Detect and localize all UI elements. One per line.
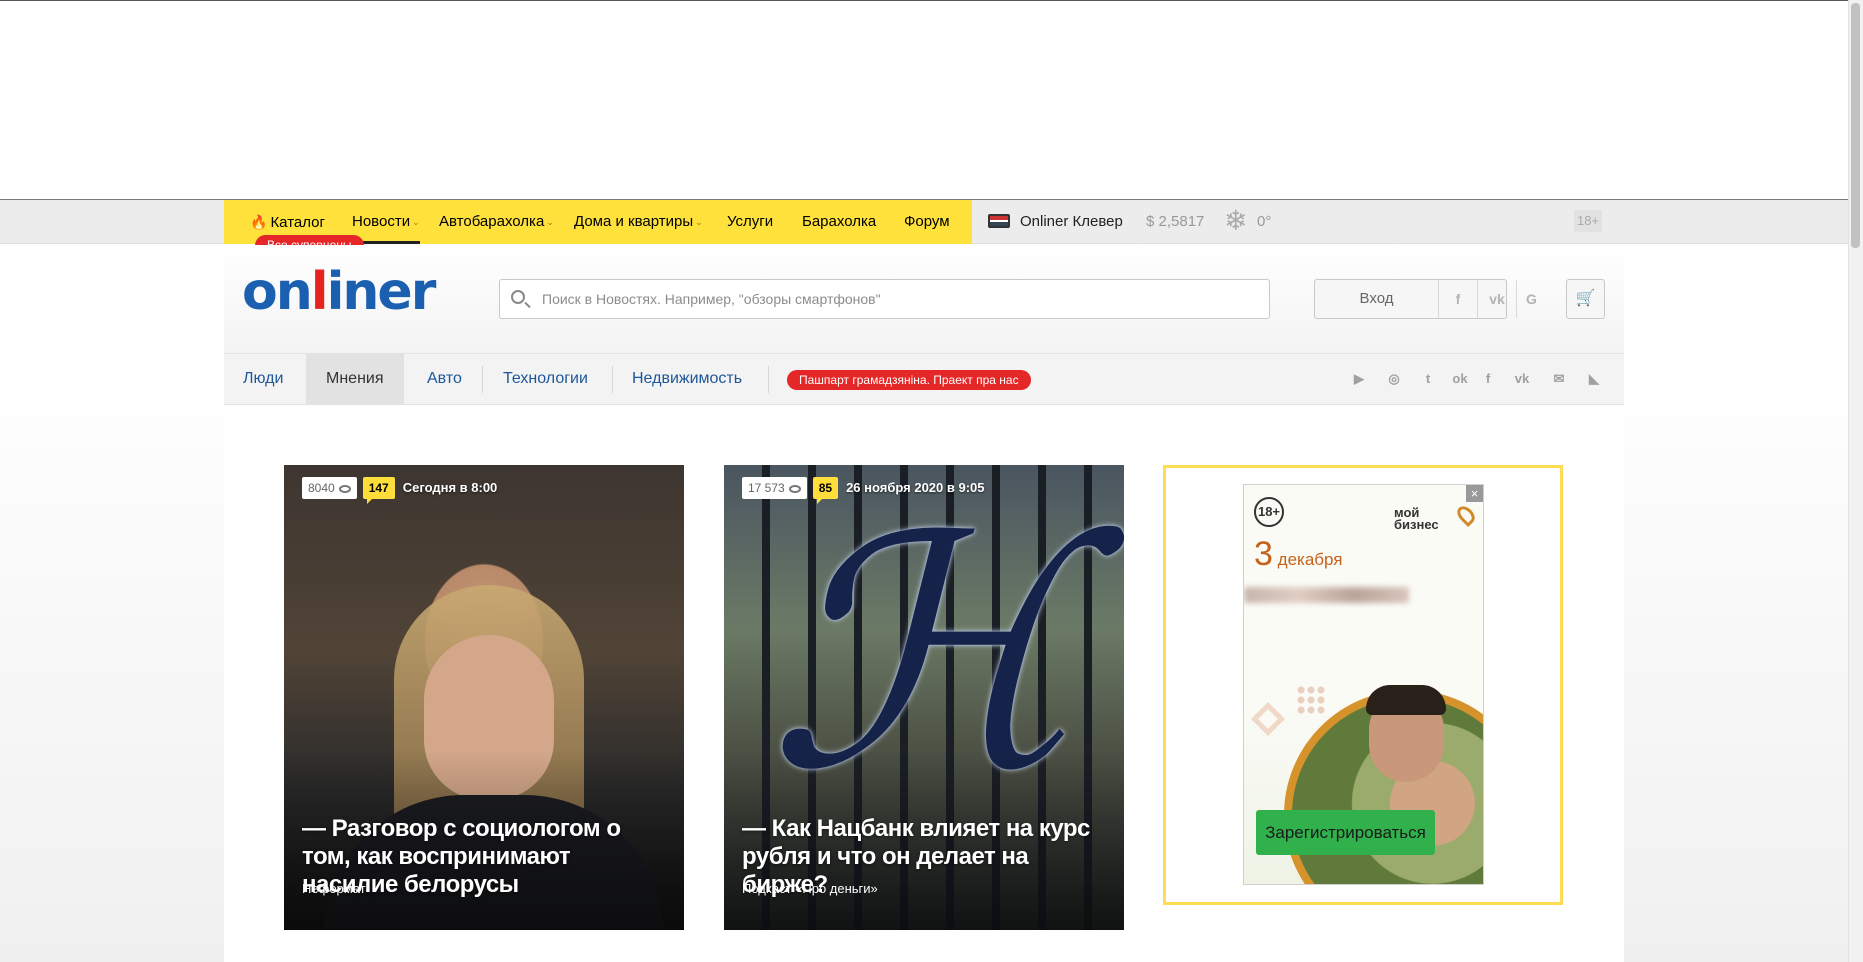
section-people[interactable]: Люди	[224, 353, 302, 405]
views-count: 8040	[308, 481, 335, 495]
search-box[interactable]	[499, 279, 1270, 319]
card-date: 26 ноября 2020 в 9:05	[846, 480, 985, 495]
section-auto[interactable]: Авто	[408, 353, 481, 405]
scrollbar-thumb[interactable]	[1851, 3, 1860, 248]
divider	[482, 366, 483, 393]
nav-autobaraholka[interactable]: Автобарахолка ⌄	[439, 200, 554, 244]
ad-banner[interactable]: × 18+ мой бизнес 3 декабря Зарегистриров…	[1243, 484, 1484, 885]
ad-date-day: 3	[1254, 535, 1273, 573]
close-icon[interactable]: ×	[1466, 485, 1483, 502]
card-date: Сегодня в 8:00	[402, 480, 498, 495]
nav-services-label: Услуги	[727, 213, 774, 230]
mail-icon[interactable]: ✉	[1550, 370, 1568, 388]
twitter-icon[interactable]: t	[1419, 370, 1437, 388]
card-meta: 8040 147 Сегодня в 8:00	[302, 477, 498, 504]
section-realty[interactable]: Недвижимость	[614, 353, 760, 405]
chevron-down-icon: ⌄	[412, 217, 420, 227]
odnoklassniki-icon[interactable]: ok	[1451, 370, 1469, 388]
chevron-down-icon: ⌄	[546, 217, 554, 227]
nav-news-label: Новости	[352, 213, 411, 230]
age-rating-badge: 18+	[1254, 497, 1284, 527]
ad-brand: мой бизнес	[1394, 505, 1439, 532]
search-icon	[511, 290, 525, 304]
views-counter: 8040	[302, 477, 357, 499]
decor-dots	[1296, 685, 1326, 715]
news-card[interactable]: ℋ 17 573 85 26 ноября 2020 в 9:05 — Как На…	[724, 465, 1124, 930]
login-button[interactable]: Вход	[1315, 280, 1439, 318]
eye-icon	[338, 485, 351, 493]
section-opinions[interactable]: Мнения	[306, 353, 404, 405]
comments-counter[interactable]: 147	[362, 477, 395, 504]
page-background-left	[0, 245, 224, 962]
currency-rate[interactable]: $ 2,5817	[1146, 200, 1204, 244]
snowflake-icon[interactable]: ❄	[1224, 207, 1247, 235]
facebook-login-icon[interactable]: f	[1439, 280, 1478, 318]
ad-blurred-name	[1244, 587, 1409, 603]
section-tech[interactable]: Технологии	[484, 353, 607, 405]
ad-date: 3 декабря	[1254, 535, 1343, 574]
facebook-icon[interactable]: f	[1479, 370, 1497, 388]
nav-services[interactable]: Услуги	[727, 200, 773, 244]
google-login-icon[interactable]: G	[1517, 280, 1546, 318]
divider	[768, 366, 769, 393]
nav-autobaraholka-label: Автобарахолка	[439, 213, 545, 230]
youtube-icon[interactable]: ▶	[1350, 370, 1368, 388]
views-count: 17 573	[748, 481, 785, 495]
nav-catalog-label: Каталог	[270, 214, 325, 231]
page-background-right	[1624, 245, 1848, 962]
location-pin-icon	[1453, 502, 1479, 528]
top-ad-area	[0, 1, 1848, 199]
temperature[interactable]: 0°	[1257, 200, 1271, 244]
nav-realty[interactable]: Дома и квартиры ⌄	[574, 200, 703, 244]
decor-diamond	[1251, 702, 1285, 736]
onliner-logo[interactable]: onliner	[242, 262, 437, 322]
nav-forum-label: Форум	[904, 213, 950, 230]
clever-label: Onliner Клевер	[1020, 213, 1123, 230]
passport-project-badge[interactable]: Пашпарт грамадзяніна. Праект пра нас	[787, 370, 1031, 390]
rss-icon[interactable]: ◣	[1585, 370, 1603, 388]
logo-text: on	[242, 262, 313, 322]
views-counter: 17 573	[742, 477, 807, 499]
fire-icon: 🔥	[250, 214, 268, 230]
card-icon	[988, 214, 1010, 228]
ad-photo-hair	[1366, 685, 1446, 715]
nav-baraholka-label: Барахолка	[802, 213, 877, 230]
register-button[interactable]: Зарегистрироваться	[1256, 810, 1435, 855]
nav-news[interactable]: Новости ⌄	[352, 200, 420, 244]
age-rating: 18+	[1574, 210, 1602, 232]
logo-accent: l	[310, 262, 329, 322]
comments-counter[interactable]: 85	[812, 477, 839, 504]
ad-date-month: декабря	[1277, 550, 1343, 569]
card-rubric: Подкаст «Про деньги»	[742, 881, 878, 896]
divider	[612, 366, 613, 393]
eye-icon	[788, 485, 801, 493]
card-meta: 17 573 85 26 ноября 2020 в 9:05	[742, 477, 985, 504]
vk-login-icon[interactable]: vk	[1478, 280, 1517, 318]
vk-icon[interactable]: vk	[1510, 370, 1534, 388]
instagram-icon[interactable]: ◎	[1385, 370, 1403, 388]
search-input[interactable]	[542, 280, 1242, 318]
chevron-down-icon: ⌄	[695, 217, 703, 227]
cart-icon[interactable]: 🛒	[1566, 279, 1605, 319]
nav-forum[interactable]: Форум	[904, 200, 950, 244]
news-card[interactable]: 8040 147 Сегодня в 8:00 — Разговор с социо…	[284, 465, 684, 930]
clever-link[interactable]: Onliner Клевер	[988, 200, 1123, 244]
nav-realty-label: Дома и квартиры	[574, 213, 694, 230]
nav-baraholka[interactable]: Барахолка	[802, 200, 876, 244]
auth-box: Вход f vk G	[1314, 279, 1537, 319]
logo-text: iner	[326, 262, 437, 322]
card-rubric: Неформат	[302, 881, 366, 896]
